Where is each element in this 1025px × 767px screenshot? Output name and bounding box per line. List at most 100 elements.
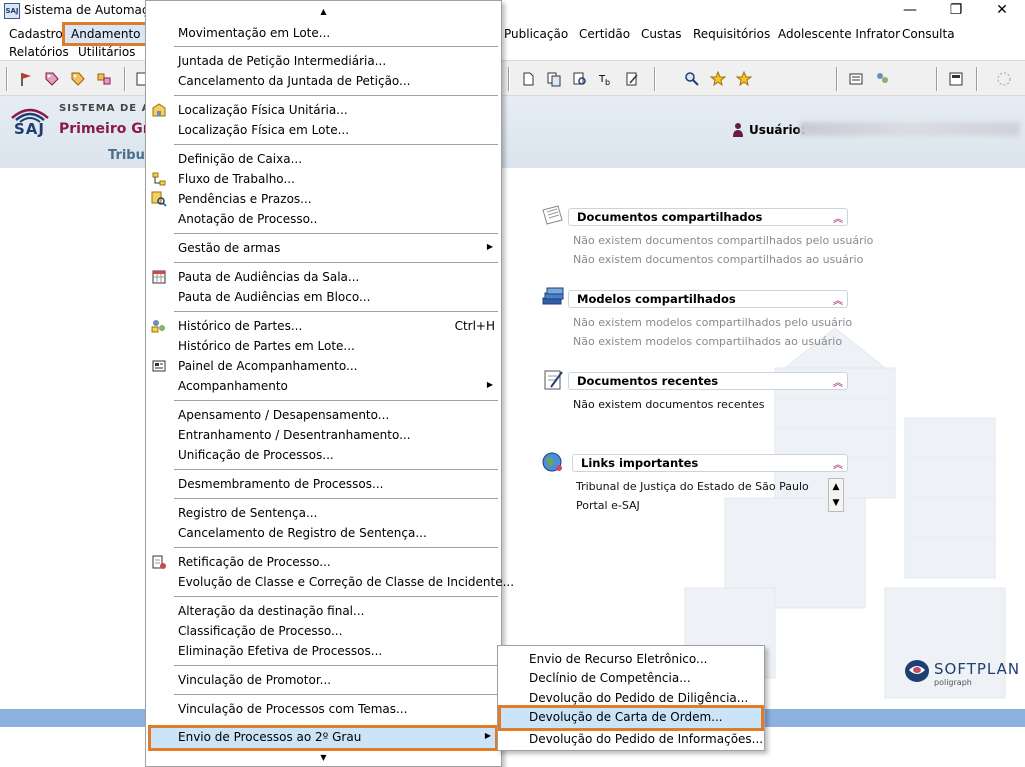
documents-icon xyxy=(542,205,563,225)
menu-item-localizacao-lote[interactable]: Localização Física em Lote... xyxy=(146,120,501,140)
menu-item-pauta-sala[interactable]: Pauta de Audiências da Sala... xyxy=(146,267,501,287)
menu-item-historico-partes[interactable]: Histórico de Partes... Ctrl+H xyxy=(146,316,501,336)
saj-logo-text: SAJ xyxy=(14,120,45,138)
maximize-button[interactable]: ❐ xyxy=(933,0,979,22)
tribunal-label: Tribu xyxy=(108,148,145,163)
softplan-sub: poligraph xyxy=(934,678,972,687)
tag-icon[interactable] xyxy=(42,69,62,89)
menu-item-apensamento[interactable]: Apensamento / Desapensamento... xyxy=(146,405,501,425)
submenu-item-declinio-competencia[interactable]: Declínio de Competência... xyxy=(498,668,764,688)
star-search-icon[interactable] xyxy=(708,69,728,89)
menu-item-registro-sentenca[interactable]: Registro de Sentença... xyxy=(146,503,501,523)
star-up-icon[interactable] xyxy=(734,69,754,89)
scroll-up-icon[interactable]: ▲ xyxy=(829,479,843,495)
menu-item-definicao-caixa[interactable]: Definição de Caixa... xyxy=(146,149,501,169)
scroll-down-icon[interactable]: ▼ xyxy=(829,495,843,511)
tag-edit-icon[interactable] xyxy=(68,69,88,89)
minimize-button[interactable]: — xyxy=(887,0,933,22)
softplan-name: SOFTPLAN xyxy=(934,660,1021,678)
menu-item-gestao-armas[interactable]: Gestão de armas ▶ xyxy=(146,238,501,258)
menu-item-entranhamento[interactable]: Entranhamento / Desentranhamento... xyxy=(146,425,501,445)
panel-header[interactable]: Documentos compartilhados ︽ xyxy=(568,208,848,226)
collapse-icon[interactable]: ︽ xyxy=(833,456,843,471)
menu-item-localizacao-unitaria[interactable]: Localização Física Unitária... xyxy=(146,100,501,120)
menu-item-pauta-bloco[interactable]: Pauta de Audiências em Bloco... xyxy=(146,287,501,307)
loading-spinner-icon xyxy=(994,69,1014,89)
menu-item-eliminacao-processos[interactable]: Eliminação Efetiva de Processos... xyxy=(146,641,501,661)
link-tjsp[interactable]: Tribunal de Justiça do Estado de São Pau… xyxy=(576,480,809,493)
menu-item-historico-partes-lote[interactable]: Histórico de Partes em Lote... xyxy=(146,336,501,356)
search-document-icon[interactable] xyxy=(570,69,590,89)
close-button[interactable]: ✕ xyxy=(979,0,1025,22)
user-label: Usuário: xyxy=(749,123,806,137)
calculator-icon[interactable] xyxy=(946,69,966,89)
menu-item-classificacao-processo[interactable]: Classificação de Processo... xyxy=(146,621,501,641)
menu-item-fluxo-trabalho[interactable]: Fluxo de Trabalho... xyxy=(146,169,501,189)
edit-document-icon[interactable] xyxy=(622,69,642,89)
menu-item-unificacao[interactable]: Unificação de Processos... xyxy=(146,445,501,465)
menu-item-cancelamento-juntada[interactable]: Cancelamento da Juntada de Petição... xyxy=(146,71,501,91)
collapse-icon[interactable]: ︽ xyxy=(833,374,843,389)
menu-consulta[interactable]: Consulta xyxy=(900,25,957,43)
copy-document-icon[interactable] xyxy=(544,69,564,89)
menu-separator xyxy=(174,498,498,499)
recent-documents-panel: Documentos recentes ︽ Não existem docume… xyxy=(536,366,848,416)
menu-scroll-up-icon[interactable]: ▲ xyxy=(146,7,501,16)
pending-search-icon xyxy=(151,191,167,207)
menu-item-retificacao[interactable]: Retificação de Processo... xyxy=(146,552,501,572)
panel-icon xyxy=(152,360,166,372)
menu-item-alteracao-destinacao[interactable]: Alteração da destinação final... xyxy=(146,601,501,621)
menu-item-envio-segundo-grau[interactable]: Envio de Processos ao 2º Grau ▶ xyxy=(148,725,498,751)
panel-title: Modelos compartilhados xyxy=(577,292,736,306)
menu-custas[interactable]: Custas xyxy=(639,25,684,43)
user-name-redacted xyxy=(800,122,1020,136)
menu-item-juntada-peticao[interactable]: Juntada de Petição Intermediária... xyxy=(146,51,501,71)
panel-header[interactable]: Modelos compartilhados ︽ xyxy=(568,290,848,308)
submenu-item-devolucao-carta-ordem[interactable]: Devolução de Carta de Ordem... xyxy=(498,705,764,731)
people-icon[interactable] xyxy=(872,69,892,89)
menu-separator xyxy=(174,144,498,145)
submenu-item-envio-recurso[interactable]: Envio de Recurso Eletrônico... xyxy=(498,649,764,669)
menu-item-painel-acompanhamento[interactable]: Painel de Acompanhamento... xyxy=(146,356,501,376)
links-scrollbar[interactable]: ▲ ▼ xyxy=(828,478,844,512)
menu-relatorios[interactable]: Relatórios xyxy=(7,43,71,61)
menu-certidao[interactable]: Certidão xyxy=(577,25,632,43)
menu-scroll-down-icon[interactable]: ▼ xyxy=(146,753,501,762)
new-document-icon[interactable] xyxy=(518,69,538,89)
collapse-icon[interactable]: ︽ xyxy=(833,292,843,307)
report-icon[interactable] xyxy=(846,69,866,89)
menu-item-acompanhamento[interactable]: Acompanhamento ▶ xyxy=(146,376,501,396)
menu-item-vinculacao-temas[interactable]: Vinculação de Processos com Temas... xyxy=(146,699,501,719)
window-title: Sistema de Automação xyxy=(24,3,164,17)
panel-header[interactable]: Documentos recentes ︽ xyxy=(568,372,848,390)
menu-cadastro[interactable]: Cadastro xyxy=(7,25,65,43)
menu-adolescente-infrator[interactable]: Adolescente Infrator xyxy=(776,25,902,43)
menu-item-anotacao-processo[interactable]: Anotação de Processo.. xyxy=(146,209,501,229)
tag-group-icon[interactable] xyxy=(94,69,114,89)
search-process-icon[interactable] xyxy=(682,69,702,89)
calendar-icon xyxy=(152,270,166,284)
menu-publicacao[interactable]: Publicação xyxy=(502,25,570,43)
panel-line: Não existem documentos compartilhados ao… xyxy=(573,253,864,266)
submenu-item-devolucao-informacoes[interactable]: Devolução do Pedido de Informações... xyxy=(498,729,764,749)
text-tool-icon[interactable]: Tb xyxy=(596,69,616,89)
parties-history-icon xyxy=(151,320,165,333)
user-icon xyxy=(733,123,743,137)
globe-links-icon xyxy=(542,452,562,472)
menu-item-cancelamento-registro-sentenca[interactable]: Cancelamento de Registro de Sentença... xyxy=(146,523,501,543)
flag-icon[interactable] xyxy=(16,69,36,89)
menu-utilitarios[interactable]: Utilitários xyxy=(76,43,137,61)
menu-item-pendencias-prazos[interactable]: Pendências e Prazos... xyxy=(146,189,501,209)
panel-line: Não existem documentos compartilhados pe… xyxy=(573,234,874,247)
panel-header[interactable]: Links importantes ︽ xyxy=(572,454,848,472)
menu-item-vinculacao-promotor[interactable]: Vinculação de Promotor... xyxy=(146,670,501,690)
models-icon xyxy=(542,287,564,305)
toolbar-separator xyxy=(6,67,8,91)
menu-item-desmembramento[interactable]: Desmembramento de Processos... xyxy=(146,474,501,494)
menu-item-evolucao-classe[interactable]: Evolução de Classe e Correção de Classe … xyxy=(146,572,514,592)
menu-item-movimentacao-lote[interactable]: Movimentação em Lote... xyxy=(146,23,501,43)
link-portal-esaj[interactable]: Portal e-SAJ xyxy=(576,499,640,512)
menu-separator xyxy=(174,694,498,695)
collapse-icon[interactable]: ︽ xyxy=(833,210,843,225)
menu-requisitorios[interactable]: Requisitórios xyxy=(691,25,772,43)
